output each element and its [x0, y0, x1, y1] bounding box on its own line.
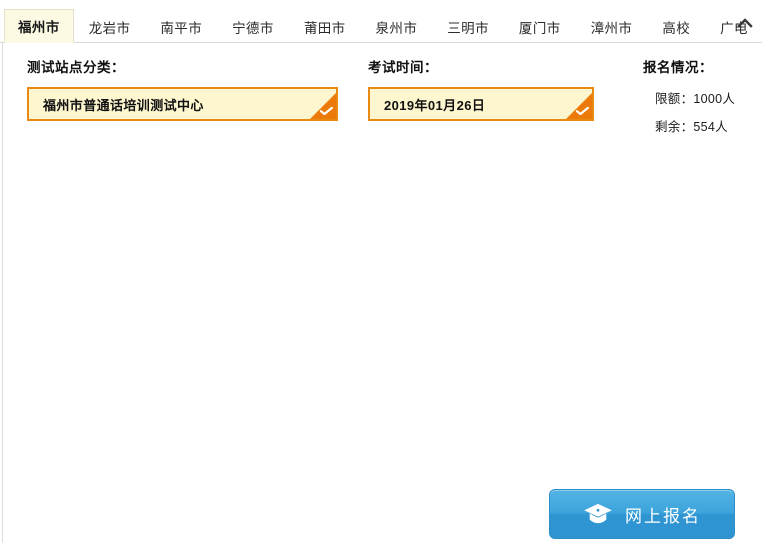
online-signup-label: 网上报名	[625, 506, 701, 526]
city-tab-bar: 福州市 龙岩市 南平市 宁德市 莆田市 泉州市 三明市 厦门市 漳州市 高校 广	[0, 0, 762, 43]
check-icon	[320, 107, 333, 115]
registration-quota: 限额：1000人	[655, 92, 736, 106]
tab-label: 莆田市	[303, 20, 346, 36]
tab-label: 泉州市	[375, 20, 418, 36]
tab-sanming[interactable]: 三明市	[432, 9, 504, 43]
tab-label: 福州市	[18, 20, 60, 35]
tab-gaoxiao[interactable]: 高校	[647, 9, 705, 43]
tab-ningde[interactable]: 宁德市	[217, 9, 289, 43]
site-category-label: 测试站点分类：	[27, 60, 125, 75]
corner-triangle	[310, 93, 336, 119]
tab-label: 三明市	[447, 20, 489, 36]
tab-list: 福州市 龙岩市 南平市 宁德市 莆田市 泉州市 三明市 厦门市 漳州市 高校 广	[4, 9, 762, 43]
tab-label: 宁德市	[232, 20, 274, 36]
tab-label: 龙岩市	[88, 20, 131, 36]
tab-nanping[interactable]: 南平市	[145, 9, 217, 43]
site-option-label: 福州市普通话培训测试中心	[43, 97, 204, 113]
online-signup-button[interactable]: 网上报名	[549, 489, 735, 539]
exam-time-option-selected[interactable]: 2019年01月26日	[368, 87, 594, 121]
registration-status-group: 报名情况： 限额：1000人 剩余：554人	[643, 59, 735, 147]
tab-label: 高校	[662, 20, 691, 36]
tab-fuzhou[interactable]: 福州市	[4, 9, 74, 43]
tab-putian[interactable]: 莆田市	[289, 9, 361, 43]
corner-triangle	[566, 93, 592, 119]
tab-zhangzhou[interactable]: 漳州市	[576, 9, 648, 43]
check-icon	[576, 107, 589, 115]
collapse-panel-button[interactable]	[734, 12, 756, 34]
tab-label: 漳州市	[590, 20, 633, 36]
tab-xiamen[interactable]: 厦门市	[504, 9, 576, 43]
exam-time-group: 考试时间： 2019年01月26日	[368, 59, 594, 121]
selected-corner	[566, 93, 592, 119]
graduation-cap-icon	[584, 503, 612, 524]
registration-values: 限额：1000人 剩余：554人	[643, 91, 735, 135]
site-option-selected[interactable]: 福州市普通话培训测试中心	[27, 87, 338, 121]
tab-label: 厦门市	[518, 20, 561, 36]
tab-quanzhou[interactable]: 泉州市	[361, 9, 433, 43]
tab-label: 南平市	[160, 20, 203, 36]
site-category-group: 测试站点分类： 福州市普通话培训测试中心	[27, 59, 338, 121]
registration-remaining: 剩余：554人	[655, 120, 728, 134]
chevron-up-icon	[737, 18, 753, 28]
content-panel: 测试站点分类： 福州市普通话培训测试中心 考试时间： 2019年01月26日 报…	[2, 43, 760, 543]
tab-longyan[interactable]: 龙岩市	[74, 9, 146, 43]
registration-status-label: 报名情况：	[643, 60, 713, 75]
exam-time-option-label: 2019年01月26日	[384, 97, 486, 113]
exam-time-label: 考试时间：	[368, 60, 438, 75]
selected-corner	[310, 93, 336, 119]
